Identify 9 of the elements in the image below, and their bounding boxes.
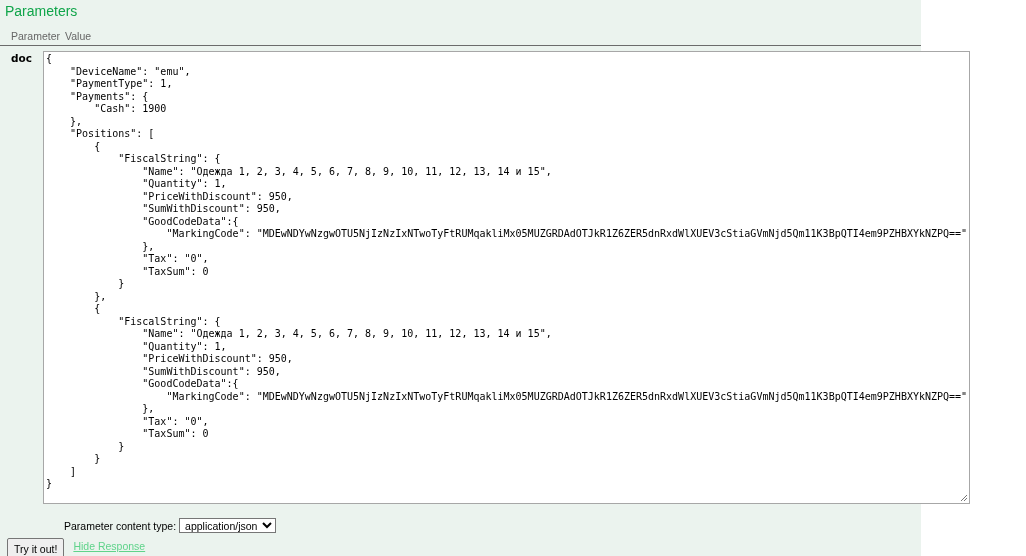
json-input-field[interactable]: { "DeviceName": "emu", "PaymentType": 1, "Payments": { "Cash": 1900 }, "Positions": [ { "FiscalString": { "Name": "Одежда 1, 2, 3, 4, 5, 6, 7, 8, 9, 10, 11, 12, 13, 14 и 15", "Quantity": 1, "PriceWithDiscount": 950, "SumWithDiscount": 950, "GoodCodeData":{ "MarkingCode": "MDEwNDYwNzgwOTU5NjIzNzIxNTwoTyFtRUMqakliMx05MUZGRDAdOTJkR1Z6ZER5dnRxdWlXUEV3cStiaGVmNjd5Qm11K3BpQTI4em9PZHBXYkNZPQ==" }, "Tax": "0", "TaxSum": 0 } }, { "FiscalString": { "Name": "Одежда 1, 2, 3, 4, 5, 6, 7, 8, 9, 10, 11, 12, 13, 14 и 15", "Quantity": 1, "PriceWithDiscount": 950, "SumWithDiscount": 950, "GoodCodeData":{ "MarkingCode": "MDEwNDYwNzgwOTU5NjIzNzIxNTwoTyFtRUMqakliMx05MUZGRDAdOTJkR1Z6ZER5dnRxdWlXUEV3cStiaGVmNjd5Qm11K3BpQTI4em9PZHBXYkNZPQ==" }, "Tax": "0", "TaxSum": 0 } } ] }	[42, 51, 971, 504]
section-title: Parameters	[4, 2, 78, 21]
column-header: Parameter	[11, 29, 61, 44]
try-it-out-button[interactable]: Try it out!	[7, 537, 65, 556]
resize-grip-icon[interactable]	[959, 492, 969, 502]
parameter-name: doc	[10, 51, 32, 65]
column-header: Value	[65, 29, 92, 44]
content-type-label: Parameter content type:	[64, 519, 177, 532]
content-type-dropdown[interactable]: application/json	[179, 518, 277, 533]
